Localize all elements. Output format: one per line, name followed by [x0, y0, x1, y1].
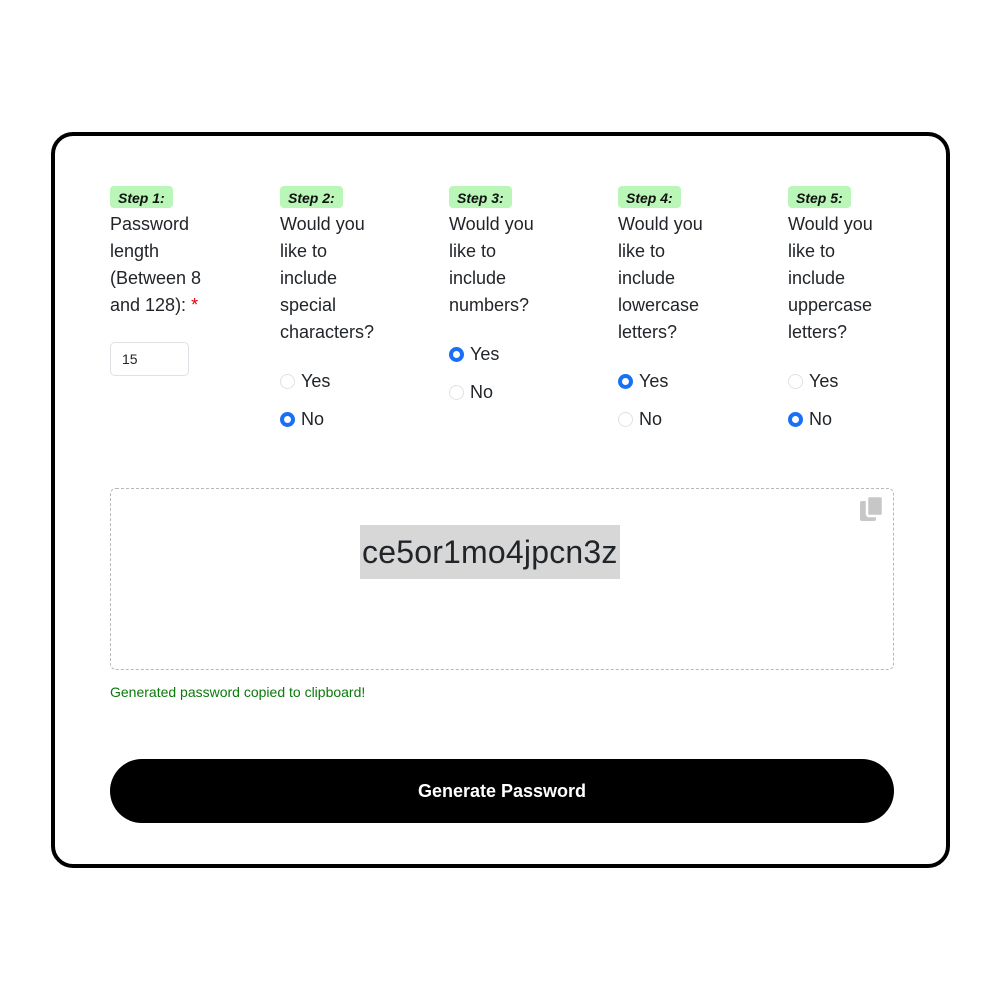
step-5-question: Would you like to include uppercase lett… — [788, 214, 873, 342]
step-2-question: Would you like to include special charac… — [280, 214, 375, 342]
required-mark: * — [191, 295, 199, 315]
step-5-badge: Step 5: — [788, 186, 851, 208]
step-4-option-yes[interactable]: Yes — [618, 369, 668, 393]
step-1-question: Password length (Between 8 and 128): * — [110, 211, 210, 319]
password-length-input[interactable] — [110, 342, 189, 376]
step-2-badge: Step 2: — [280, 186, 343, 208]
step-5: Step 5: Would you like to include upperc… — [788, 186, 938, 436]
step-4-yes-radio[interactable] — [618, 373, 633, 389]
copied-confirmation-message: Generated password copied to clipboard! — [110, 684, 366, 700]
step-3-no-label: No — [470, 381, 494, 402]
step-3-yes-label: Yes — [470, 343, 500, 364]
step-1-badge: Step 1: — [110, 186, 173, 208]
step-4: Step 4: Would you like to include lowerc… — [618, 186, 768, 436]
step-3-yes-radio[interactable] — [449, 346, 464, 362]
step-2-no-radio[interactable] — [280, 411, 295, 427]
step-2-option-no[interactable]: No — [280, 407, 324, 431]
copy-icon[interactable] — [858, 494, 886, 524]
step-4-badge: Step 4: — [618, 186, 681, 208]
step-1-question-text: Password length (Between 8 and 128): — [110, 214, 202, 315]
step-2: Step 2: Would you like to include specia… — [280, 186, 430, 436]
step-4-option-no[interactable]: No — [618, 407, 662, 431]
step-3-badge: Step 3: — [449, 186, 512, 208]
step-1: Step 1: Password length (Between 8 and 1… — [110, 186, 260, 386]
step-3-option-yes[interactable]: Yes — [449, 342, 499, 366]
step-4-no-label: No — [639, 408, 663, 429]
step-2-yes-radio[interactable] — [280, 373, 295, 389]
password-generator-card: Step 1: Password length (Between 8 and 1… — [51, 132, 950, 868]
password-output-box: ce5or1mo4jpcn3z — [110, 488, 894, 670]
step-3: Step 3: Would you like to include number… — [449, 186, 599, 416]
step-5-no-radio[interactable] — [788, 411, 803, 427]
step-2-no-label: No — [301, 408, 325, 429]
step-3-question: Would you like to include numbers? — [449, 214, 534, 315]
step-3-no-radio[interactable] — [449, 384, 464, 400]
step-5-no-label: No — [809, 408, 833, 429]
generated-password[interactable]: ce5or1mo4jpcn3z — [360, 525, 620, 579]
generate-password-button[interactable]: Generate Password — [110, 759, 894, 823]
step-5-yes-radio[interactable] — [788, 373, 803, 389]
steps-row: Step 1: Password length (Between 8 and 1… — [110, 186, 910, 446]
step-4-question: Would you like to include lowercase lett… — [618, 214, 703, 342]
step-4-yes-label: Yes — [639, 370, 669, 391]
step-2-option-yes[interactable]: Yes — [280, 369, 330, 393]
step-5-yes-label: Yes — [809, 370, 839, 391]
step-3-option-no[interactable]: No — [449, 380, 493, 404]
step-2-yes-label: Yes — [301, 370, 331, 391]
step-5-option-no[interactable]: No — [788, 407, 832, 431]
step-4-no-radio[interactable] — [618, 411, 633, 427]
step-5-option-yes[interactable]: Yes — [788, 369, 838, 393]
